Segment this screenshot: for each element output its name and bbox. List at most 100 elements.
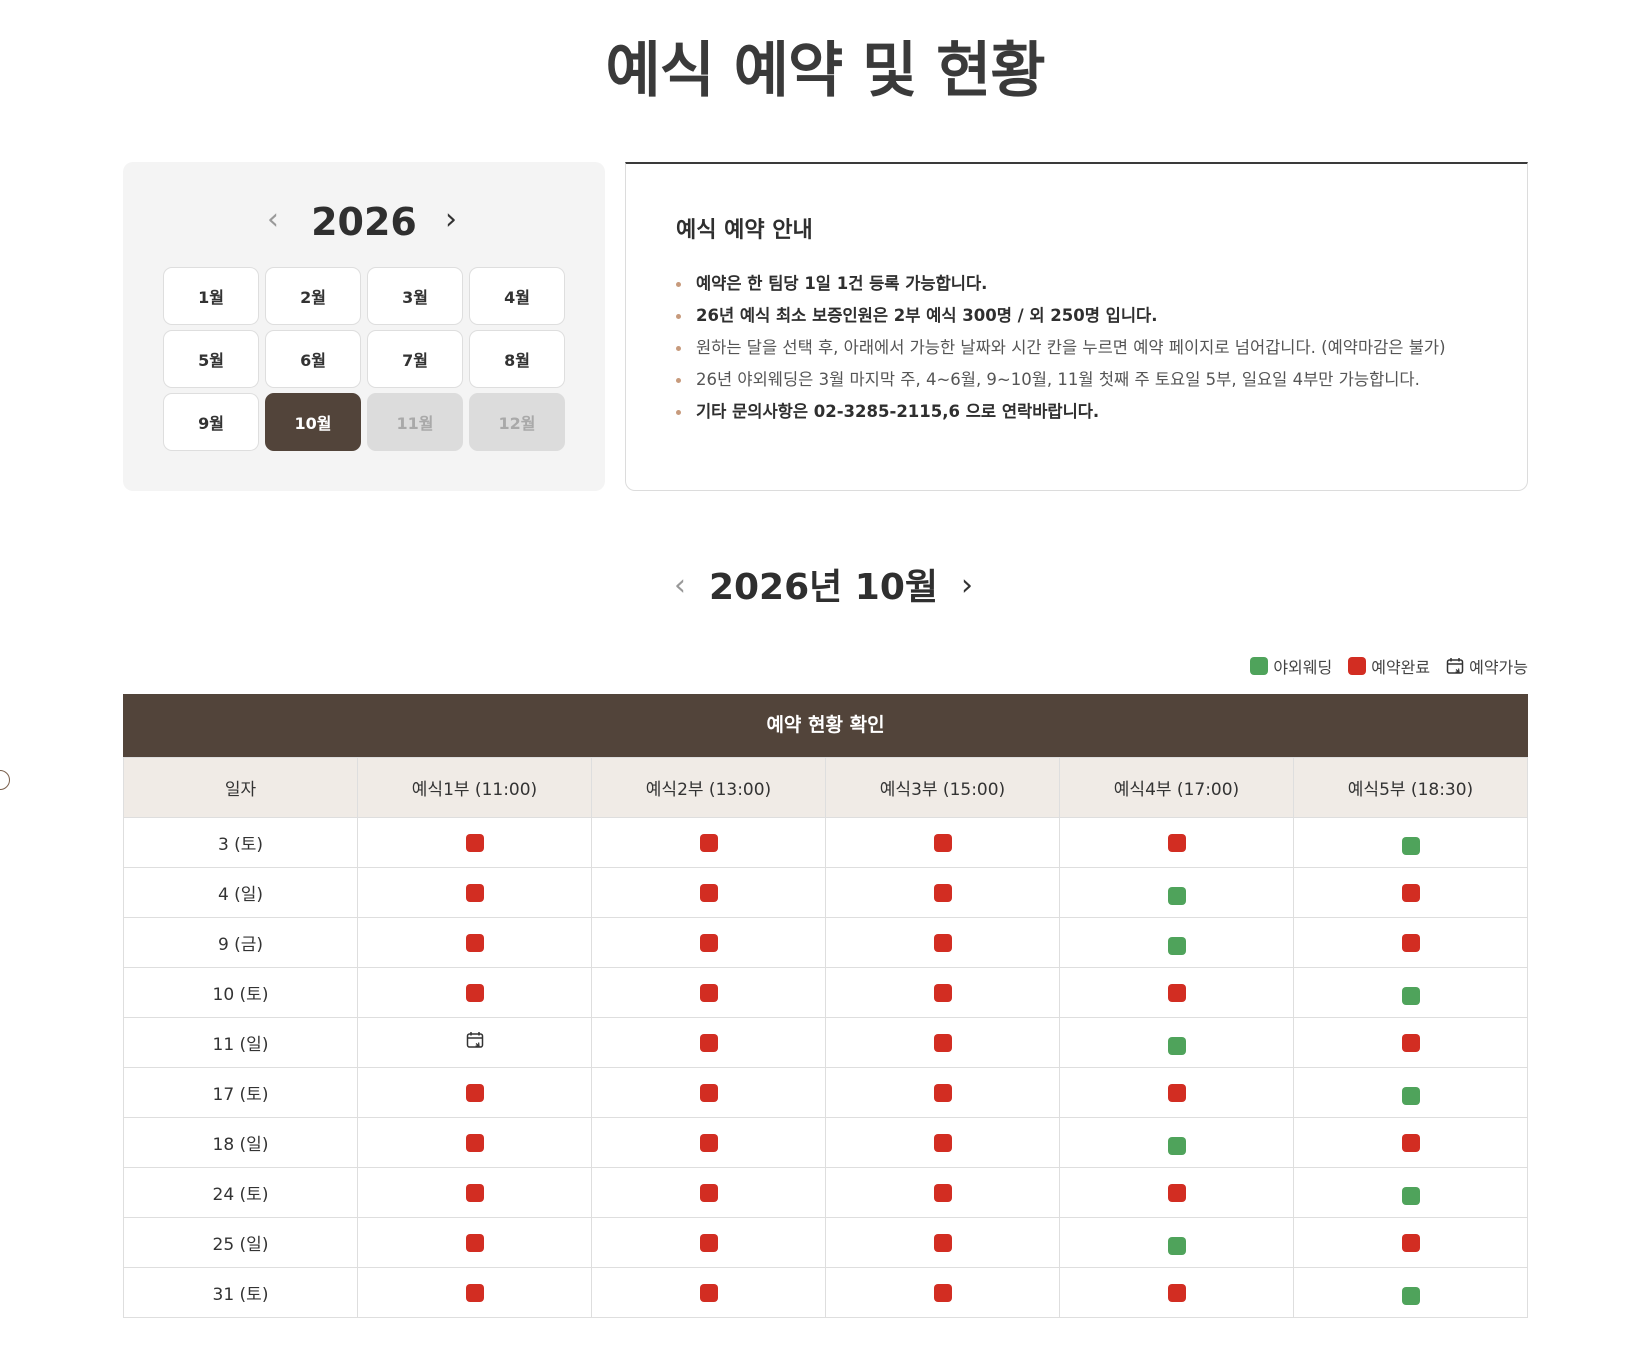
slot-cell [1293, 967, 1528, 1018]
outdoor-mark [1401, 836, 1420, 855]
calendar-icon [1446, 658, 1464, 674]
reservation-status-table: 예약 현황 확인 일자 예식1부 (11:00) 예식2부 (13:00) 예식3부 … [123, 694, 1528, 1318]
legend-outdoor-label: 야외웨딩 [1273, 658, 1333, 677]
slot-cell [357, 1217, 592, 1268]
month-button[interactable]: 1월 [163, 267, 259, 325]
outdoor-mark [1167, 1236, 1186, 1255]
outdoor-mark [1401, 1086, 1420, 1105]
booked-mark [465, 983, 484, 1002]
booked-mark [933, 1233, 952, 1252]
slot-cell [591, 1217, 826, 1268]
slot-cell [591, 867, 826, 918]
booked-mark [933, 1183, 952, 1202]
slot-cell [1059, 917, 1294, 968]
booked-mark [699, 1183, 718, 1202]
slot-cell [1059, 1117, 1294, 1168]
month-button[interactable]: 6월 [265, 330, 361, 388]
slot-cell [357, 1267, 592, 1318]
slot-cell[interactable] [357, 1017, 592, 1068]
slot-cell [591, 1117, 826, 1168]
legend-booked-label: 예약완료 [1371, 658, 1431, 677]
year-label: 2026 [311, 200, 417, 244]
slot-cell [825, 1017, 1060, 1068]
next-year-button[interactable]: › [431, 200, 471, 240]
slot-cell [1059, 1167, 1294, 1218]
table-row: 18 (일) [123, 1117, 1528, 1168]
booked-mark [699, 1233, 718, 1252]
reservation-info-box: 예식 예약 안내 예약은 한 팀당 1일 1건 등록 가능합니다. 26년 예식 … [625, 162, 1528, 491]
column-header-session: 예식2부 (13:00) [591, 757, 826, 818]
slot-cell [825, 1167, 1060, 1218]
booked-mark [465, 1283, 484, 1302]
outdoor-mark [1401, 1286, 1420, 1305]
booked-mark [699, 1283, 718, 1302]
slot-cell [1059, 1267, 1294, 1318]
month-button[interactable]: 4월 [469, 267, 565, 325]
booked-mark [933, 1133, 952, 1152]
date-cell: 3 (토) [123, 817, 358, 868]
month-button[interactable]: 7월 [367, 330, 463, 388]
table-row: 25 (일) [123, 1217, 1528, 1268]
slot-cell [1059, 1017, 1294, 1068]
legend: 야외웨딩 예약완료 예약가능 [1234, 654, 1528, 678]
next-month-button[interactable]: › [947, 566, 987, 606]
date-cell: 17 (토) [123, 1067, 358, 1118]
booked-mark [465, 1133, 484, 1152]
booked-mark [699, 833, 718, 852]
legend-available-label: 예약가능 [1469, 658, 1528, 677]
table-row: 9 (금) [123, 917, 1528, 968]
date-cell: 10 (토) [123, 967, 358, 1018]
booked-mark [1401, 1233, 1420, 1252]
month-button[interactable]: 9월 [163, 393, 259, 451]
table-row: 4 (일) [123, 867, 1528, 918]
month-button[interactable]: 5월 [163, 330, 259, 388]
info-list: 예약은 한 팀당 1일 1건 등록 가능합니다. 26년 예식 최소 보증인원은 … [676, 268, 1446, 428]
prev-month-button[interactable]: ‹ [660, 566, 700, 606]
booked-mark [933, 1033, 952, 1052]
side-handle[interactable] [0, 770, 10, 790]
column-header-session: 예식4부 (17:00) [1059, 757, 1294, 818]
slot-cell [825, 1117, 1060, 1168]
month-grid: 1월 2월 3월 4월 5월 6월 7월 8월 9월 10월 11월 12월 [163, 267, 565, 451]
slot-cell [825, 817, 1060, 868]
booked-mark [1167, 1083, 1186, 1102]
booked-mark [699, 983, 718, 1002]
slot-cell [357, 1167, 592, 1218]
booked-mark [933, 883, 952, 902]
month-button: 11월 [367, 393, 463, 451]
month-label: 2026년 10월 [708, 567, 939, 608]
booked-mark [1167, 1183, 1186, 1202]
booked-mark [1167, 833, 1186, 852]
available-calendar-icon[interactable] [466, 1031, 484, 1054]
year-month-picker: ‹ 2026 › 1월 2월 3월 4월 5월 6월 7월 8월 9월 10월 11월 12월 [123, 162, 605, 491]
slot-cell [1293, 917, 1528, 968]
booked-mark [1167, 983, 1186, 1002]
slot-cell [357, 917, 592, 968]
slot-cell [825, 1067, 1060, 1118]
outdoor-swatch [1250, 657, 1269, 675]
outdoor-mark [1167, 886, 1186, 905]
slot-cell [1059, 867, 1294, 918]
slot-cell [357, 1117, 592, 1168]
booked-mark [465, 1233, 484, 1252]
month-button[interactable]: 8월 [469, 330, 565, 388]
booked-mark [1401, 883, 1420, 902]
booked-mark [1401, 933, 1420, 952]
booked-mark [933, 1283, 952, 1302]
slot-cell [825, 1217, 1060, 1268]
outdoor-mark [1167, 936, 1186, 955]
slot-cell [1293, 1067, 1528, 1118]
table-header-row: 일자 예식1부 (11:00) 예식2부 (13:00) 예식3부 (15:00) 예식… [123, 757, 1528, 818]
slot-cell [357, 967, 592, 1018]
info-item: 26년 야외웨딩은 3월 마지막 주, 4~6월, 9~10월, 11월 첫째 … [676, 364, 1446, 396]
booked-swatch [1348, 657, 1367, 675]
slot-cell [591, 1267, 826, 1318]
legend-booked: 예약완료 [1348, 654, 1430, 678]
booked-mark [1401, 1033, 1420, 1052]
month-button[interactable]: 3월 [367, 267, 463, 325]
month-button[interactable]: 2월 [265, 267, 361, 325]
booked-mark [699, 1083, 718, 1102]
slot-cell [825, 867, 1060, 918]
month-button[interactable]: 10월 [265, 393, 361, 451]
booked-mark [933, 833, 952, 852]
